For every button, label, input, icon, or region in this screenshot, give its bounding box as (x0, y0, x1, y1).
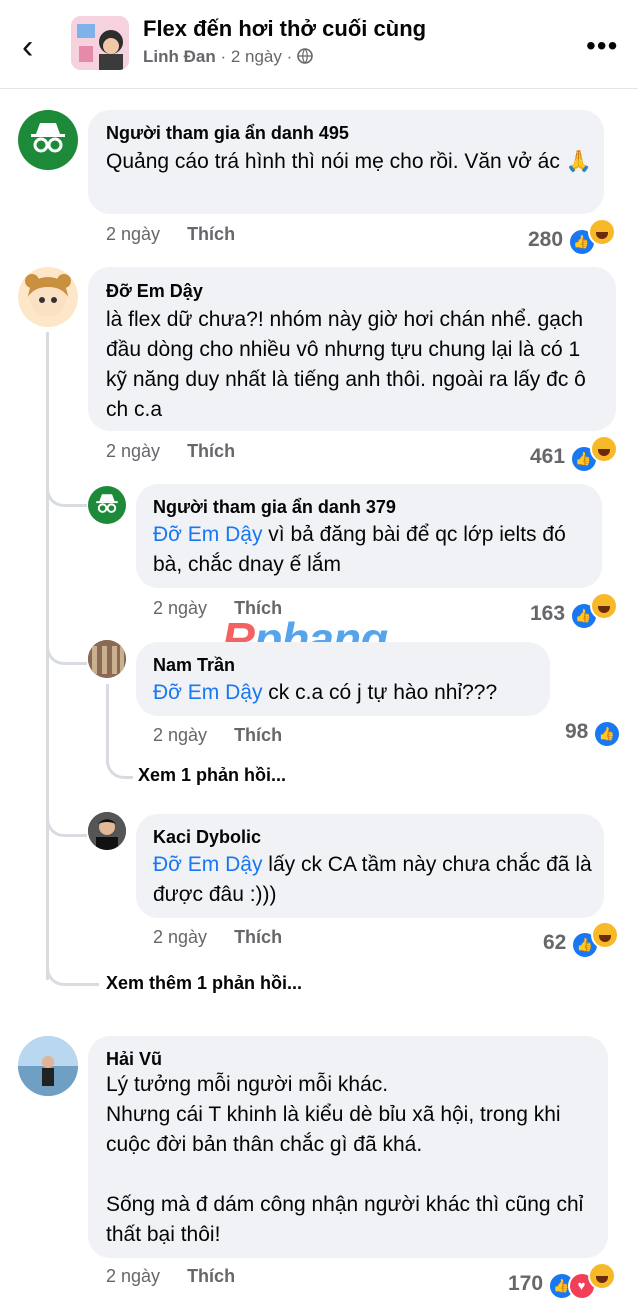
haha-reaction-icon (587, 1262, 616, 1290)
group-thumbnail[interactable] (71, 16, 129, 70)
like-button[interactable]: Thích (187, 224, 235, 244)
commenter-name[interactable]: Hải Vũ (106, 1049, 162, 1070)
thread-connector (46, 955, 99, 986)
commenter-name[interactable]: Người tham gia ẩn danh 495 (106, 123, 349, 144)
thread-connector (46, 628, 87, 665)
comment-actions: 2 ngày Thích (153, 927, 282, 948)
more-icon[interactable]: ••• (586, 30, 618, 62)
comment-actions: 2 ngày Thích (106, 1266, 235, 1287)
avatar[interactable] (88, 812, 126, 850)
comment-time: 2 ngày (106, 1266, 161, 1286)
reply-text: Đỡ Em Dậy ck c.a có j tự hào nhỉ??? (153, 681, 498, 704)
avatar[interactable] (88, 640, 126, 678)
comment-line: Lý tưởng mỗi người mỗi khác. (106, 1073, 389, 1096)
reaction-summary[interactable]: 163 👍 (530, 592, 618, 630)
like-button[interactable]: Thích (187, 441, 235, 461)
like-button[interactable]: Thích (234, 927, 282, 947)
thread-connector (46, 470, 87, 507)
anonymous-avatar-icon[interactable] (18, 110, 78, 170)
comment-actions: 2 ngày Thích (153, 725, 282, 746)
avatar[interactable] (18, 1036, 78, 1096)
thread-connector (106, 750, 133, 779)
post-time: · 2 ngày · (220, 47, 293, 66)
haha-reaction-icon (590, 921, 619, 949)
avatar[interactable] (18, 267, 78, 327)
haha-reaction-icon (589, 592, 618, 620)
back-icon[interactable]: ‹ (22, 30, 33, 64)
reaction-count: 163 (530, 602, 566, 625)
comment-time: 2 ngày (106, 441, 161, 461)
comment-time: 2 ngày (153, 927, 208, 947)
reaction-count: 461 (530, 445, 566, 468)
comment-time: 2 ngày (153, 725, 208, 745)
reaction-summary[interactable]: 62 👍 (543, 921, 619, 959)
comment-line: Nhưng cái T khinh là kiểu dè bỉu xã hội,… (106, 1103, 561, 1156)
commenter-name[interactable]: Đỡ Em Dậy (106, 281, 203, 302)
haha-reaction-icon (587, 218, 616, 246)
comment-text: Quảng cáo trá hình thì nói mẹ cho rồi. V… (106, 150, 592, 173)
reply-text: Đỡ Em Dậy vì bả đăng bài để qc lớp ielts… (153, 523, 566, 576)
haha-reaction-icon (589, 435, 618, 463)
view-more-replies-link[interactable]: Xem thêm 1 phản hồi... (106, 973, 302, 994)
reaction-count: 62 (543, 931, 567, 954)
view-replies-link[interactable]: Xem 1 phản hồi... (138, 765, 286, 786)
reaction-summary[interactable]: 98 👍 (565, 720, 621, 748)
group-title[interactable]: Flex đến hơi thở cuối cùng (143, 16, 426, 42)
like-button[interactable]: Thích (234, 725, 282, 745)
reaction-summary[interactable]: 461 👍 (530, 435, 618, 473)
globe-icon (297, 47, 313, 66)
anonymous-avatar-icon[interactable] (88, 486, 126, 524)
mention-link[interactable]: Đỡ Em Dậy (153, 681, 262, 704)
mention-link[interactable]: Đỡ Em Dậy (153, 523, 262, 546)
reaction-summary[interactable]: 170 👍 ♥ (508, 1262, 616, 1300)
comment-time: 2 ngày (106, 224, 161, 244)
reaction-count: 98 (565, 720, 589, 743)
comment-text: Lý tưởng mỗi người mỗi khác. Nhưng cái T… (106, 1070, 596, 1250)
reply-text: Đỡ Em Dậy lấy ck CA tầm này chưa chắc đã… (153, 853, 592, 906)
post-header: ‹ Flex đến hơi thở cuối cùng Linh Đan · … (0, 0, 638, 89)
comment-actions: 2 ngày Thích (106, 441, 235, 462)
like-button[interactable]: Thích (187, 1266, 235, 1286)
commenter-name[interactable]: Kaci Dybolic (153, 827, 261, 848)
mention-link[interactable]: Đỡ Em Dậy (153, 853, 262, 876)
like-reaction-icon: 👍 (592, 720, 621, 748)
reaction-count: 280 (528, 228, 564, 251)
post-meta: Linh Đan · 2 ngày · (143, 47, 313, 67)
comment-actions: 2 ngày Thích (106, 224, 235, 245)
comment-line: Sống mà đ dám công nhận người khác thì c… (106, 1193, 584, 1246)
commenter-name[interactable]: Nam Trần (153, 655, 235, 676)
reaction-summary[interactable]: 280 👍 (528, 218, 616, 256)
comment-text: là flex dữ chưa?! nhóm này giờ hơi chán … (106, 308, 586, 421)
comment-line (106, 1160, 596, 1190)
comment-time: 2 ngày (153, 598, 208, 618)
reaction-count: 170 (508, 1272, 544, 1295)
commenter-name[interactable]: Người tham gia ẩn danh 379 (153, 497, 396, 518)
author-name[interactable]: Linh Đan (143, 47, 216, 66)
thread-connector (46, 800, 87, 837)
